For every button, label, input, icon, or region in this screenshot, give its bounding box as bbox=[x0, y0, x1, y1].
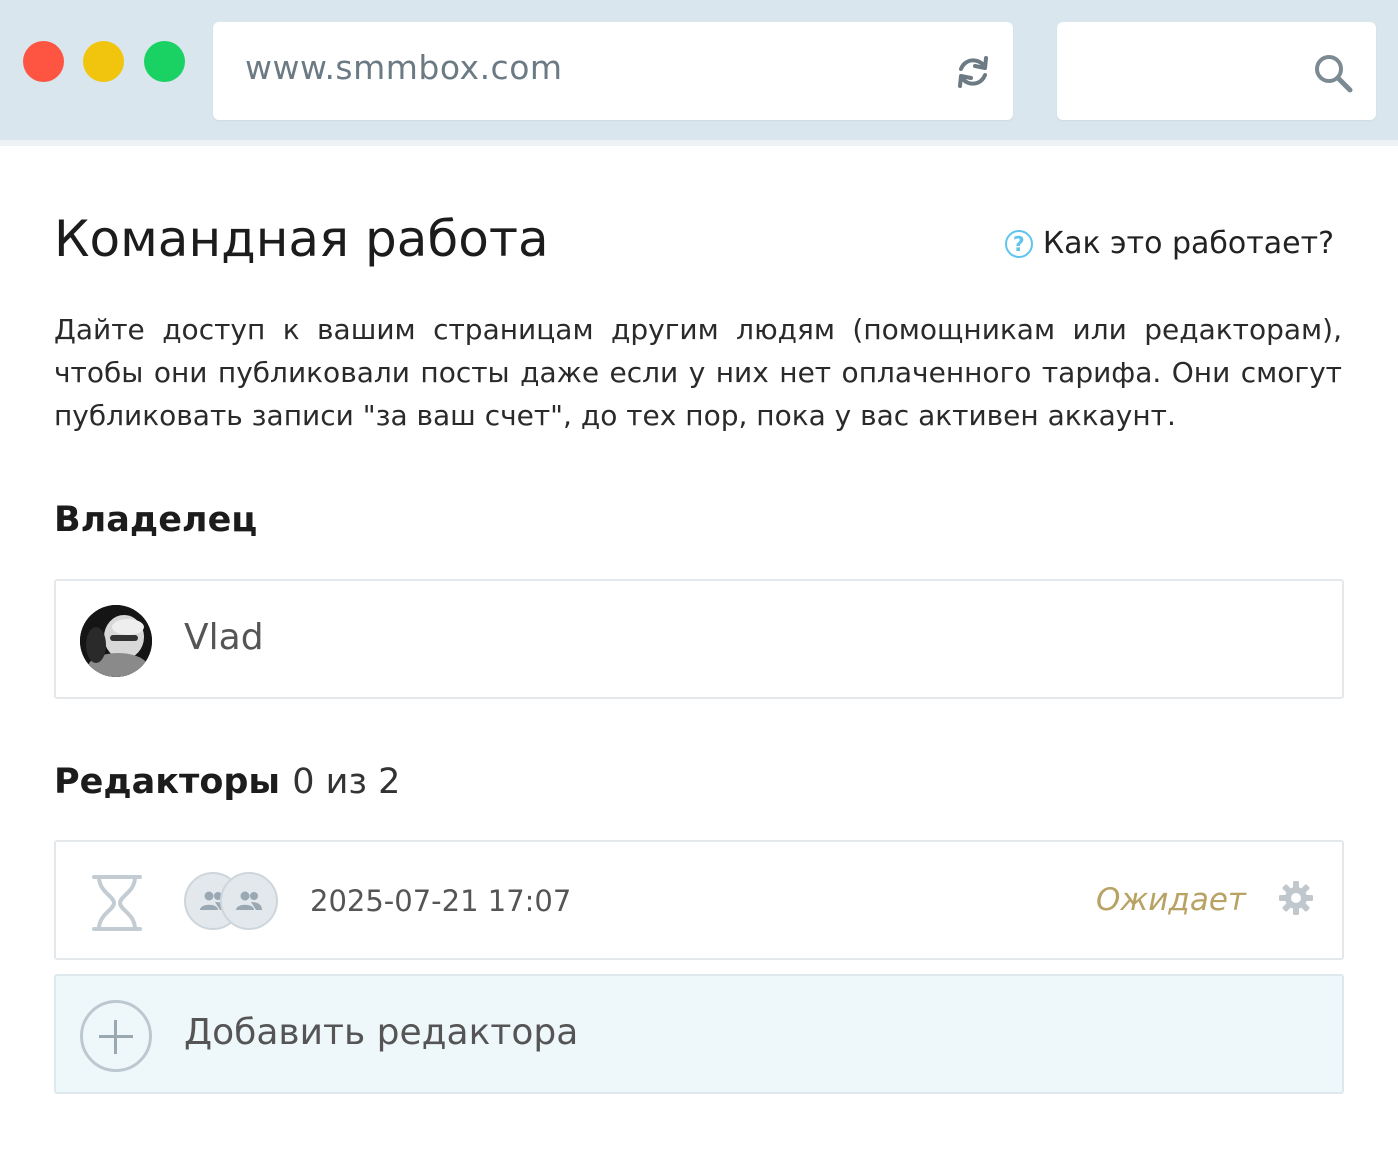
window-close-button[interactable] bbox=[23, 41, 64, 82]
window-minimize-button[interactable] bbox=[83, 41, 124, 82]
owner-heading: Владелец bbox=[54, 500, 258, 540]
owner-name: Vlad bbox=[184, 617, 264, 658]
editors-count: 0 из 2 bbox=[292, 762, 401, 802]
search-box[interactable] bbox=[1057, 22, 1376, 120]
plus-icon bbox=[80, 1000, 152, 1072]
search-icon[interactable] bbox=[1312, 52, 1354, 94]
question-icon: ? bbox=[1004, 229, 1033, 258]
team-avatar-icon bbox=[220, 872, 278, 930]
invite-date: 2025-07-21 17:07 bbox=[310, 884, 572, 918]
reload-icon[interactable] bbox=[953, 52, 993, 92]
add-editor-label: Добавить редактора bbox=[184, 1012, 579, 1053]
gear-icon[interactable] bbox=[1278, 880, 1314, 916]
help-link[interactable]: ? Как это работает? bbox=[1004, 226, 1334, 261]
owner-card: Vlad bbox=[54, 579, 1344, 699]
status-badge: Ожидает bbox=[1095, 882, 1246, 918]
page-description: Дайте доступ к вашим страницам другим лю… bbox=[54, 313, 1342, 432]
editors-heading-label: Редакторы bbox=[54, 762, 281, 802]
page-title: Командная работа bbox=[54, 210, 549, 268]
owner-avatar bbox=[80, 605, 152, 677]
hourglass-icon bbox=[92, 875, 142, 931]
editors-heading: Редакторы 0 из 2 bbox=[54, 762, 400, 802]
browser-toolbar: www.smmbox.com bbox=[0, 0, 1398, 140]
toolbar-divider bbox=[0, 140, 1398, 146]
editor-invite-row: 2025-07-21 17:07 Ожидает bbox=[54, 840, 1344, 960]
add-editor-button[interactable]: Добавить редактора bbox=[54, 974, 1344, 1094]
url-text: www.smmbox.com bbox=[245, 48, 563, 87]
address-bar[interactable]: www.smmbox.com bbox=[213, 22, 1013, 120]
window-maximize-button[interactable] bbox=[144, 41, 185, 82]
help-link-label: Как это работает? bbox=[1042, 226, 1334, 261]
